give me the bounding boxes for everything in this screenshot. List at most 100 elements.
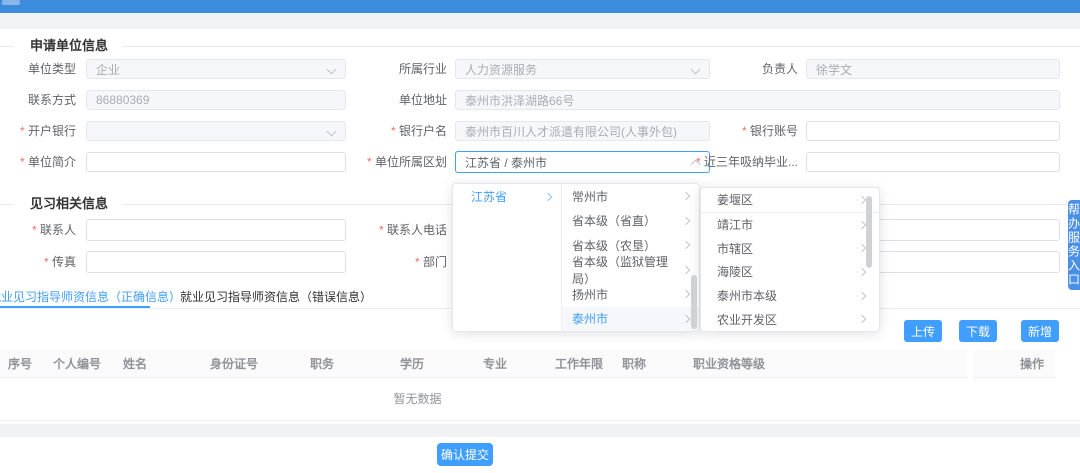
chevron-right-icon (682, 241, 690, 249)
chevron-right-icon (544, 192, 552, 200)
add-button[interactable]: 新增 (1021, 320, 1059, 342)
contact-label: 联系方式 (0, 90, 76, 110)
chevron-right-icon (682, 315, 690, 323)
cascader-option-city-selected[interactable]: 泰州市 (562, 307, 699, 332)
graduates-label: 近三年吸纳毕业... (688, 152, 798, 172)
cascader-option-city[interactable]: 扬州市 (562, 282, 699, 307)
bank-account-no-label: 银行账号 (688, 121, 798, 141)
cascader-option-city[interactable]: 省本级（监狱管理局） (562, 258, 699, 283)
option-label: 姜堰区 (717, 191, 753, 208)
chevron-right-icon (682, 192, 690, 200)
column-header-actions: 操作 (1020, 350, 1044, 378)
contact-input: 86880369 (86, 90, 346, 110)
section-divider (122, 46, 1080, 47)
bank-account-no-input[interactable] (806, 121, 1060, 141)
topbar-fragment (2, 0, 20, 5)
top-blue-bar (0, 0, 1080, 13)
confirm-submit-button[interactable]: 确认提交 (437, 443, 493, 466)
cascader-option-district[interactable]: 泰州市本级 (701, 284, 879, 308)
option-label: 江苏省 (471, 188, 507, 205)
fax-label: 传真 (0, 251, 76, 273)
chevron-right-icon (858, 315, 866, 323)
section-title-intern-info: 见习相关信息 (30, 197, 108, 211)
option-label: 泰州市本级 (717, 287, 777, 304)
region-value: 江苏省 / 泰州市 (465, 154, 547, 171)
department-label: 部门 (351, 251, 447, 273)
bank-select[interactable] (86, 121, 346, 141)
page-background-strip (0, 13, 1080, 29)
principal-value: 徐学文 (816, 61, 852, 78)
cascader-option-city[interactable]: 省本级（省直） (562, 209, 699, 234)
column-header: 职称 (622, 350, 646, 378)
option-label: 农业开发区 (717, 311, 777, 328)
unit-intro-input[interactable] (86, 152, 346, 172)
cascader-city-column: 常州市 省本级（省直） 省本级（农垦） 省本级（监狱管理局） 扬州市 泰州市 (562, 184, 699, 331)
chevron-right-icon (858, 268, 866, 276)
column-header: 工作年限 (555, 350, 603, 378)
contact-value: 86880369 (96, 93, 149, 107)
option-label: 省本级（省直） (572, 212, 656, 229)
unit-type-select: 企业 (86, 59, 346, 79)
chevron-right-icon (682, 217, 690, 225)
option-label: 海陵区 (717, 263, 753, 280)
unit-intro-label: 单位简介 (0, 152, 76, 172)
column-header: 个人编号 (53, 350, 101, 378)
option-label: 市辖区 (717, 240, 753, 257)
column-header: 序号 (8, 350, 32, 378)
bank-account-name-value: 泰州市百川人才派遣有限公司(人事外包) (465, 123, 677, 140)
chevron-right-icon (858, 196, 866, 204)
cascader-option-jiangsu[interactable]: 江苏省 (453, 184, 561, 209)
active-tab-underline (0, 306, 150, 308)
fax-input[interactable] (86, 251, 346, 273)
download-button[interactable]: 下载 (959, 320, 997, 342)
column-header: 学历 (400, 350, 424, 378)
footer-gray-band (0, 424, 1080, 437)
address-label: 单位地址 (351, 90, 447, 110)
chevron-right-icon (682, 290, 690, 298)
cascader-option-district[interactable]: 市辖区 (701, 236, 879, 260)
industry-select: 人力资源服务 (455, 59, 710, 79)
upload-button[interactable]: 上传 (904, 320, 942, 342)
region-label: 单位所属区划 (351, 152, 447, 172)
table-empty-text: 暂无数据 (0, 390, 835, 407)
scrollbar-thumb[interactable] (866, 196, 872, 268)
column-header: 身份证号 (210, 350, 258, 378)
contact-person-input[interactable] (86, 219, 346, 241)
scrollbar-thumb[interactable] (691, 275, 697, 329)
industry-label: 所属行业 (351, 59, 447, 79)
region-cascader[interactable]: 江苏省 / 泰州市 (455, 151, 710, 173)
principal-label: 负责人 (688, 59, 798, 79)
cascader-menu-level1-2: 江苏省 常州市 省本级（省直） 省本级（农垦） 省本级（监狱管理局） 扬州市 泰… (452, 183, 700, 332)
contact-person-label: 联系人 (0, 219, 76, 241)
section-title-unit-info: 申请单位信息 (30, 39, 108, 53)
tab-teacher-wrong[interactable]: 就业见习指导师资信息（错误信息） (180, 289, 372, 305)
industry-value: 人力资源服务 (465, 61, 537, 78)
cascader-option-district[interactable]: 农业开发区 (701, 307, 879, 331)
tab-teacher-correct[interactable]: 就业见习指导师资信息（正确信息） (0, 289, 181, 305)
column-header: 职务 (310, 350, 334, 378)
chevron-down-icon (327, 65, 337, 75)
graduates-input[interactable] (806, 152, 1060, 172)
chevron-right-icon (858, 220, 866, 228)
cascader-option-district[interactable]: 海陵区 (701, 260, 879, 284)
cascader-option-city[interactable]: 常州市 (562, 184, 699, 209)
chevron-right-icon (858, 291, 866, 299)
cascader-option-district[interactable]: 姜堰区 (701, 188, 879, 213)
table-bottom-border (0, 420, 1080, 421)
floating-side-tab[interactable]: 帮办服务入口 (1068, 200, 1080, 290)
cascader-option-district[interactable]: 靖江市 (701, 213, 879, 237)
address-input: 泰州市洪泽湖路66号 (455, 90, 1060, 110)
option-label: 扬州市 (572, 286, 608, 303)
option-label: 省本级（农垦） (572, 237, 656, 254)
cascader-menu-level3: 姜堰区 靖江市 市辖区 海陵区 泰州市本级 农业开发区 (700, 187, 880, 332)
address-value: 泰州市洪泽湖路66号 (465, 92, 574, 109)
column-header: 姓名 (123, 350, 147, 378)
option-label: 靖江市 (717, 216, 753, 233)
section-divider (0, 204, 14, 205)
option-label: 常州市 (572, 188, 608, 205)
chevron-right-icon (682, 266, 690, 274)
column-header: 职业资格等级 (693, 350, 765, 378)
contact-phone-label: 联系人电话 (351, 219, 447, 241)
bank-label: 开户银行 (0, 121, 76, 141)
unit-type-value: 企业 (96, 61, 120, 78)
